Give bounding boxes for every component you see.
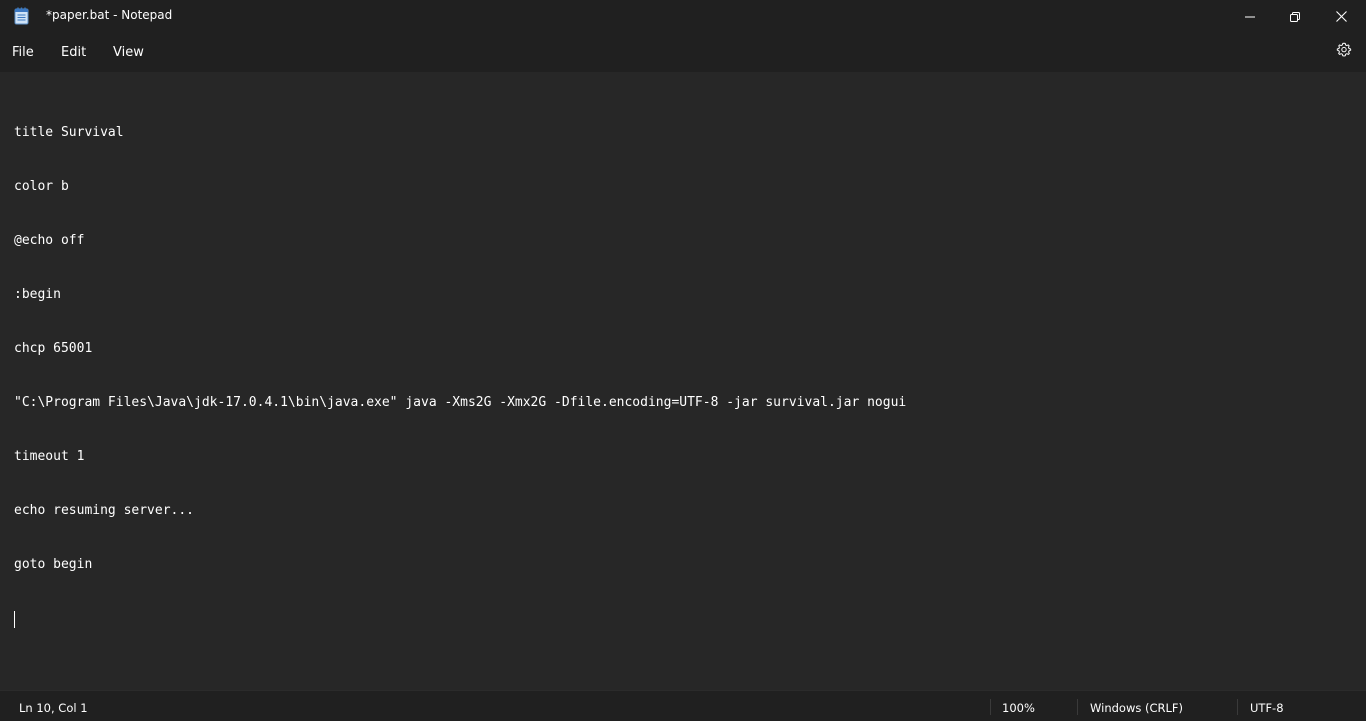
status-divider <box>1077 699 1078 715</box>
menu-view[interactable]: View <box>105 39 152 65</box>
restore-icon <box>1290 7 1300 26</box>
code-line: color b <box>14 179 69 194</box>
status-bar: Ln 10, Col 1 100% Windows (CRLF) UTF-8 <box>0 690 1366 721</box>
gear-icon <box>1336 42 1352 62</box>
menu-edit[interactable]: Edit <box>53 39 94 65</box>
code-line: chcp 65001 <box>14 341 93 356</box>
close-icon <box>1335 7 1347 26</box>
code-line: title Survival <box>14 125 124 140</box>
minimize-button[interactable] <box>1227 0 1273 32</box>
code-line: "C:\Program Files\Java\jdk-17.0.4.1\bin\… <box>14 395 907 410</box>
notepad-icon <box>14 7 30 25</box>
status-divider <box>1237 699 1238 715</box>
close-button[interactable] <box>1318 0 1364 32</box>
text-caret <box>14 611 15 628</box>
code-line: :begin <box>14 287 61 302</box>
restore-button[interactable] <box>1272 0 1318 32</box>
code-line: goto begin <box>14 557 93 572</box>
minimize-icon <box>1245 7 1255 26</box>
encoding[interactable]: UTF-8 <box>1250 701 1284 715</box>
code-line: @echo off <box>14 233 85 248</box>
menu-file[interactable]: File <box>4 39 42 65</box>
window-title: *paper.bat - Notepad <box>46 8 173 22</box>
code-line: timeout 1 <box>14 449 85 464</box>
code-line: echo resuming server... <box>14 503 195 518</box>
editor-content[interactable]: title Survival color b @echo off :begin … <box>14 88 906 664</box>
notepad-window: *paper.bat - Notepad File Edit View titl… <box>0 0 1366 721</box>
line-endings[interactable]: Windows (CRLF) <box>1090 701 1183 715</box>
text-editor[interactable]: title Survival color b @echo off :begin … <box>0 72 1366 690</box>
zoom-level[interactable]: 100% <box>1002 701 1035 715</box>
settings-button[interactable] <box>1330 38 1358 66</box>
code-line-current <box>14 610 906 628</box>
cursor-position[interactable]: Ln 10, Col 1 <box>19 701 88 715</box>
status-divider <box>990 699 991 715</box>
menu-bar: File Edit View <box>0 32 1366 72</box>
title-bar[interactable]: *paper.bat - Notepad <box>0 0 1366 32</box>
